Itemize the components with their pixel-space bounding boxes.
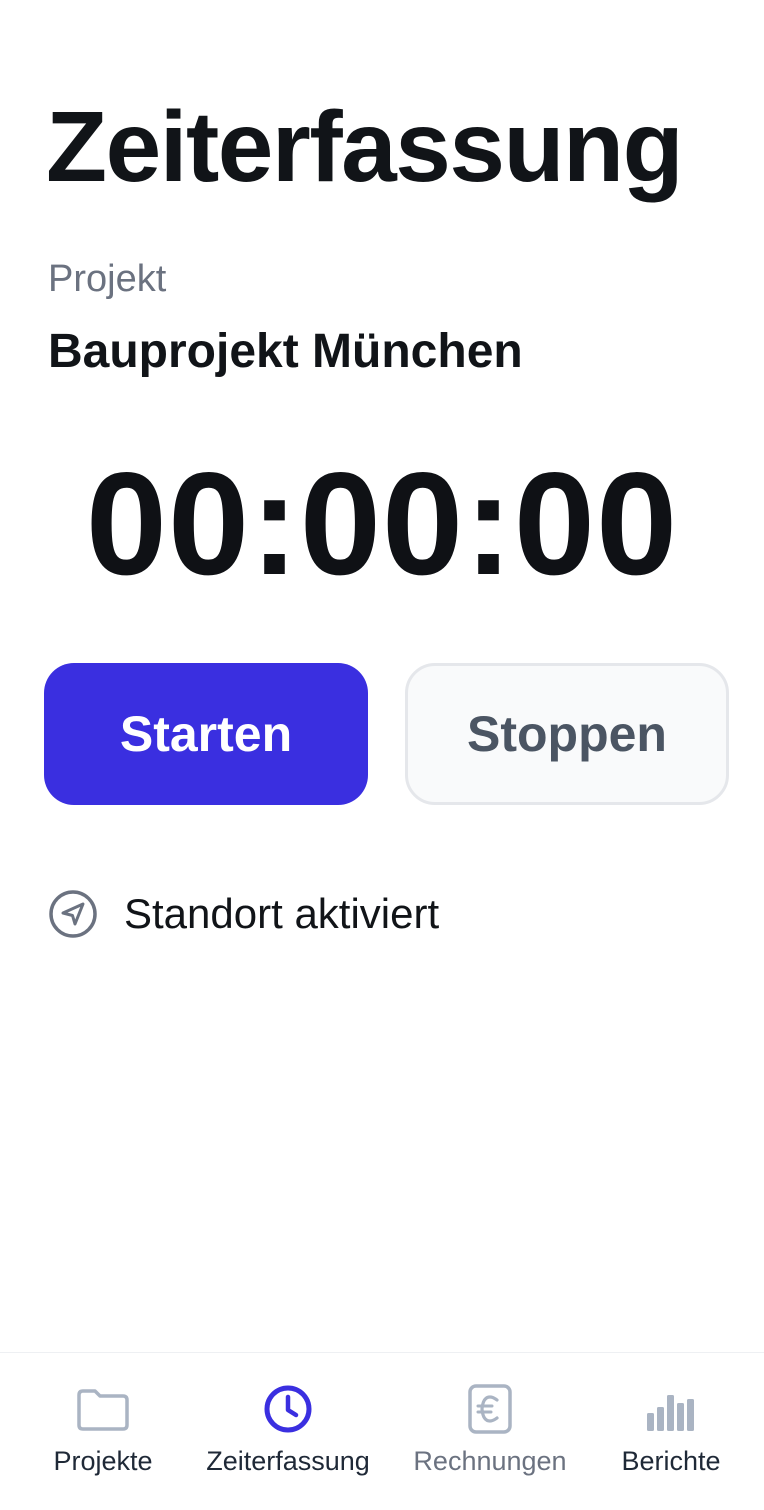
nav-label-zeiterfassung: Zeiterfassung	[206, 1446, 370, 1476]
start-button[interactable]: Starten	[44, 663, 368, 805]
timer-display: 00:00:00	[85, 442, 679, 605]
project-label: Projekt	[48, 258, 167, 300]
project-name[interactable]: Bauprojekt München	[48, 323, 523, 381]
folder-icon	[75, 1383, 131, 1435]
bar-chart-icon	[643, 1383, 699, 1435]
clock-icon	[260, 1383, 316, 1435]
location-status: Standort aktiviert	[48, 886, 439, 942]
stop-button[interactable]: Stoppen	[405, 663, 729, 805]
nav-label-rechnungen: Rechnungen	[413, 1446, 567, 1476]
time-tracking-screen: Zeiterfassung Projekt Bauprojekt München…	[0, 0, 764, 1510]
euro-document-icon	[462, 1383, 518, 1435]
location-arrow-icon	[48, 889, 98, 939]
location-status-text: Standort aktiviert	[124, 889, 440, 937]
page-title: Zeiterfassung	[46, 91, 684, 203]
nav-label-projekte: Projekte	[53, 1446, 153, 1476]
bottom-navigation: Projekte Zeiterfassung Rechnungen Berich…	[0, 1352, 764, 1510]
nav-label-berichte: Berichte	[621, 1446, 721, 1476]
